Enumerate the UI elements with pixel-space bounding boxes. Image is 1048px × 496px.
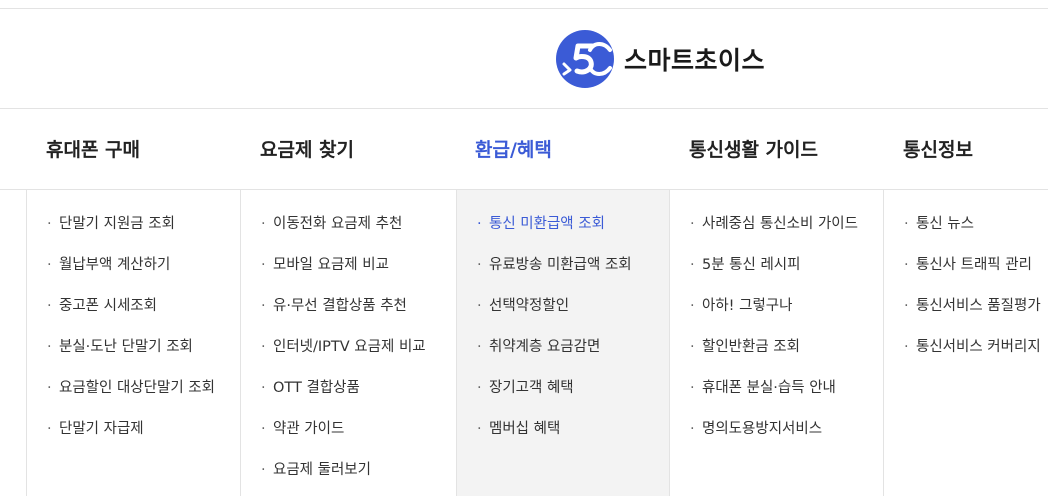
nav-item-plan-finder[interactable]: 요금제 찾기	[260, 135, 354, 162]
submenu-item[interactable]: · 명의도용방지서비스	[690, 419, 884, 460]
submenu-item[interactable]: · 분실·도난 단말기 조회	[47, 337, 241, 378]
submenu-item[interactable]: · 통신사 트래픽 관리	[904, 255, 1048, 296]
submenu-item[interactable]: · 5분 통신 레시피	[690, 255, 884, 296]
submenu-item[interactable]: · 아하! 그렇구나	[690, 296, 884, 337]
submenu-item[interactable]: · 휴대폰 분실·습득 안내	[690, 378, 884, 419]
submenu-list: · 사례중심 통신소비 가이드 · 5분 통신 레시피 · 아하! 그렇구나 · 할인반…	[690, 190, 884, 460]
submenu-item[interactable]: · 사례중심 통신소비 가이드	[690, 214, 884, 255]
submenu-item[interactable]: · 요금제 둘러보기	[261, 460, 456, 496]
main-navigation: 휴대폰 구매 요금제 찾기 환급/혜택 통신생활 가이드 통신정보	[0, 109, 1048, 189]
submenu-item[interactable]: · 선택약정할인	[477, 296, 670, 337]
site-header: 스마트초이스	[0, 9, 1048, 109]
submenu-list: · 통신 뉴스 · 통신사 트래픽 관리 · 통신서비스 품질평가 · 통신서비스 커버…	[904, 190, 1048, 378]
submenu-item[interactable]: · 요금할인 대상단말기 조회	[47, 378, 241, 419]
submenu-item[interactable]: · 유·무선 결합상품 추천	[261, 296, 456, 337]
submenu-item[interactable]: · 통신서비스 커버리지	[904, 337, 1048, 378]
submenu-column-plan-finder: · 이동전화 요금제 추천 · 모바일 요금제 비교 · 유·무선 결합상품 추천 ·…	[240, 190, 456, 496]
logo-text: 스마트초이스	[624, 46, 766, 75]
site-logo[interactable]: 스마트초이스	[556, 30, 765, 88]
submenu-item[interactable]: · 단말기 지원금 조회	[47, 214, 241, 255]
submenu-item[interactable]: · 약관 가이드	[261, 419, 456, 460]
nav-item-telecom-info[interactable]: 통신정보	[903, 135, 973, 162]
submenu-item[interactable]: · 통신 뉴스	[904, 214, 1048, 255]
submenu-item-selected[interactable]: · 통신 미환급액 조회	[477, 214, 670, 255]
submenu-item[interactable]: · 이동전화 요금제 추천	[261, 214, 456, 255]
smartchoice-logo-icon	[556, 30, 614, 88]
mega-menu: · 단말기 지원금 조회 · 월납부액 계산하기 · 중고폰 시세조회 · 분실·도난 …	[0, 190, 1048, 496]
submenu-item[interactable]: · 멤버십 혜택	[477, 419, 670, 460]
submenu-item[interactable]: · OTT 결합상품	[261, 378, 456, 419]
submenu-item[interactable]: · 인터넷/IPTV 요금제 비교	[261, 337, 456, 378]
submenu-item[interactable]: · 장기고객 혜택	[477, 378, 670, 419]
submenu-item[interactable]: · 통신서비스 품질평가	[904, 296, 1048, 337]
submenu-item[interactable]: · 중고폰 시세조회	[47, 296, 241, 337]
submenu-item[interactable]: · 취약계층 요금감면	[477, 337, 670, 378]
nav-item-refund-benefits[interactable]: 환급/혜택	[475, 135, 552, 162]
submenu-column-phone-purchase: · 단말기 지원금 조회 · 월납부액 계산하기 · 중고폰 시세조회 · 분실·도난 …	[26, 190, 241, 496]
submenu-item[interactable]: · 단말기 자급제	[47, 419, 241, 460]
submenu-list: · 이동전화 요금제 추천 · 모바일 요금제 비교 · 유·무선 결합상품 추천 ·…	[261, 190, 456, 496]
submenu-column-telecom-guide: · 사례중심 통신소비 가이드 · 5분 통신 레시피 · 아하! 그렇구나 · 할인반…	[669, 190, 884, 496]
submenu-list: · 단말기 지원금 조회 · 월납부액 계산하기 · 중고폰 시세조회 · 분실·도난 …	[47, 190, 241, 460]
submenu-list: · 통신 미환급액 조회 · 유료방송 미환급액 조회 · 선택약정할인 · 취약계층 …	[477, 190, 670, 460]
submenu-item[interactable]: · 월납부액 계산하기	[47, 255, 241, 296]
submenu-item[interactable]: · 할인반환금 조회	[690, 337, 884, 378]
submenu-item[interactable]: · 모바일 요금제 비교	[261, 255, 456, 296]
submenu-column-refund-benefits: · 통신 미환급액 조회 · 유료방송 미환급액 조회 · 선택약정할인 · 취약계층 …	[456, 190, 670, 496]
submenu-item[interactable]: · 유료방송 미환급액 조회	[477, 255, 670, 296]
nav-item-telecom-guide[interactable]: 통신생활 가이드	[689, 135, 818, 162]
nav-item-phone-purchase[interactable]: 휴대폰 구매	[46, 135, 140, 162]
submenu-column-telecom-info: · 통신 뉴스 · 통신사 트래픽 관리 · 통신서비스 품질평가 · 통신서비스 커버…	[883, 190, 1048, 496]
